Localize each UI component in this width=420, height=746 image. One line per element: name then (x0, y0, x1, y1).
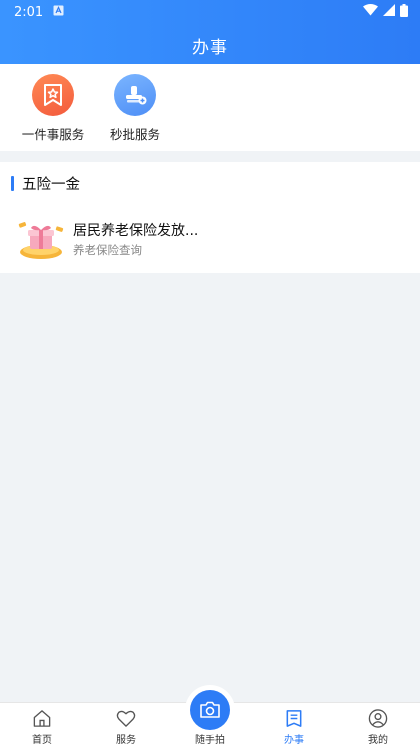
camera-icon (200, 701, 220, 718)
shortcut-panel: 一件事服务 秒批服务 (0, 64, 420, 151)
user-icon (368, 709, 388, 728)
heart-icon (116, 710, 136, 727)
document-icon (286, 710, 302, 727)
tab-me[interactable]: 我的 (336, 703, 420, 746)
header: 2:01 办事 (0, 0, 420, 64)
tab-home[interactable]: 首页 (0, 703, 84, 746)
notification-icon (53, 5, 64, 20)
shortcut-instant-approval[interactable]: 秒批服务 (94, 64, 176, 151)
section-header: 五险一金 (11, 175, 80, 193)
tab-label: 我的 (368, 735, 388, 746)
snapshot-camera-button[interactable] (190, 690, 230, 730)
list-item-subtitle: 养老保险查询 (73, 243, 142, 257)
shortcut-one-thing-service[interactable]: 一件事服务 (12, 64, 94, 151)
shortcut-label: 秒批服务 (109, 127, 160, 142)
wifi-icon (363, 4, 378, 20)
tab-label: 办事 (284, 735, 304, 746)
stamp-icon (114, 74, 156, 116)
shortcut-label: 一件事服务 (21, 127, 85, 142)
page-title: 办事 (192, 38, 228, 58)
section-five-insurances: 五险一金 居民养老保险发放... 养老保险查询 (0, 162, 420, 273)
status-time: 2:01 (14, 4, 44, 20)
tab-services[interactable]: 服务 (84, 703, 168, 746)
screen: 2:01 办事 一件事服务 秒批服务 五险一金 居民养老保险发放... 养老保险… (0, 0, 420, 746)
tab-label: 首页 (32, 735, 52, 746)
section-title: 五险一金 (22, 176, 80, 193)
signal-icon (383, 4, 395, 20)
gift-box-icon (16, 214, 66, 264)
home-icon (33, 710, 51, 727)
status-bar: 2:01 (0, 0, 420, 24)
battery-icon (400, 3, 408, 21)
section-accent-bar (11, 175, 14, 191)
star-ticket-icon (32, 74, 74, 116)
list-item-title: 居民养老保险发放... (73, 223, 199, 239)
tab-affairs[interactable]: 办事 (252, 703, 336, 746)
list-item-texts: 居民养老保险发放... 养老保险查询 (73, 220, 198, 258)
tab-label: 服务 (116, 735, 136, 746)
tab-label: 随手拍 (195, 735, 225, 746)
list-item[interactable]: 居民养老保险发放... 养老保险查询 (16, 214, 406, 264)
